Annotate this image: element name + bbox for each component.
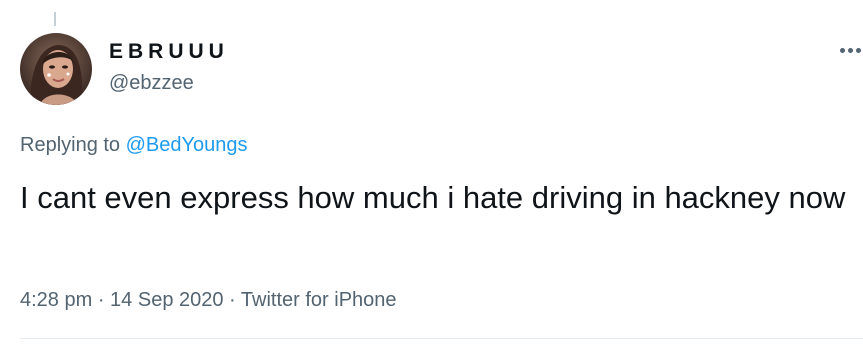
profile-photo-icon: [20, 33, 92, 105]
more-dot: [840, 48, 845, 53]
tweet-metadata: 4:28 pm · 14 Sep 2020 · Twitter for iPho…: [20, 289, 397, 312]
more-dot: [848, 48, 853, 53]
avatar[interactable]: [20, 33, 92, 105]
mention-link[interactable]: @BedYoungs: [126, 134, 248, 156]
tweet-source[interactable]: Twitter for iPhone: [241, 289, 397, 311]
username-handle[interactable]: @ebzzee: [109, 72, 194, 95]
more-horizontal-icon[interactable]: [838, 44, 863, 56]
replying-to-label: Replying to: [20, 134, 126, 156]
meta-separator: ·: [92, 289, 111, 311]
tweet-text: I cant even express how much i hate driv…: [20, 180, 846, 215]
replying-to-line: Replying to @BedYoungs: [20, 134, 248, 157]
more-dot: [856, 48, 861, 53]
tweet: EBRUUU @ebzzee Replying to @BedYoungs I …: [0, 0, 863, 349]
display-name[interactable]: EBRUUU: [109, 40, 229, 64]
meta-separator: ·: [223, 289, 241, 311]
tweet-time[interactable]: 4:28 pm: [20, 289, 92, 311]
divider: [20, 338, 863, 339]
thread-connector-line: [54, 12, 56, 26]
tweet-date[interactable]: 14 Sep 2020: [110, 289, 223, 311]
